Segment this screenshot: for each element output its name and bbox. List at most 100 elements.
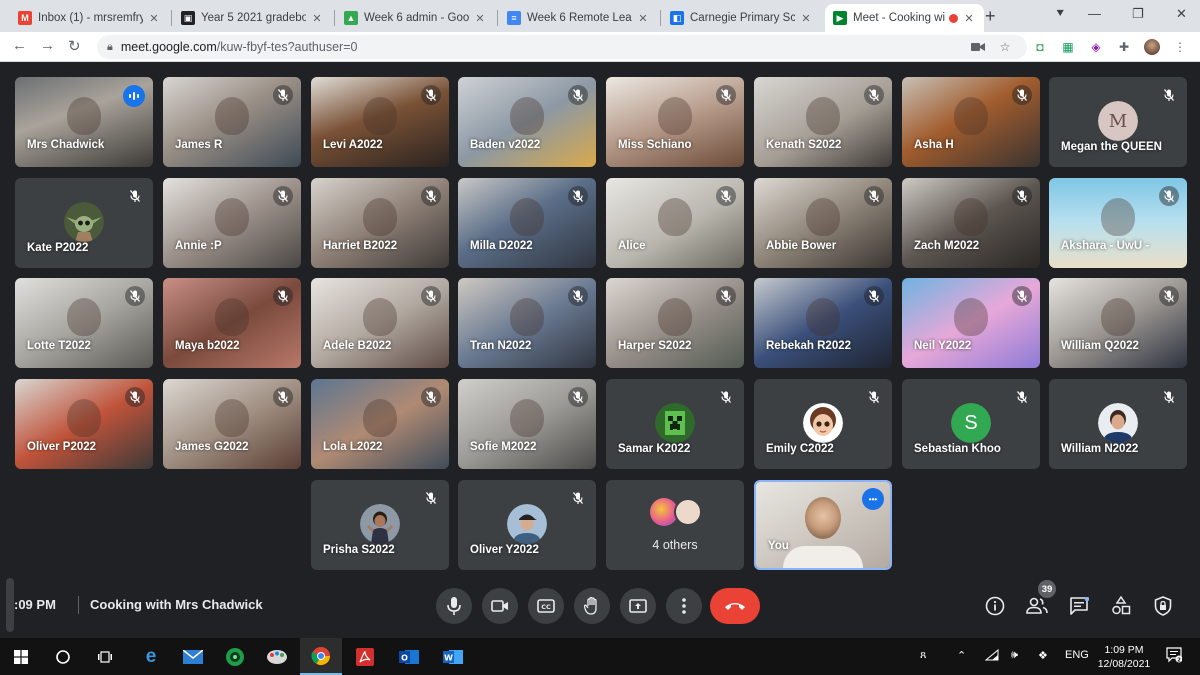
- start-button[interactable]: [0, 638, 42, 675]
- participant-tile[interactable]: Rebekah R2022: [754, 278, 892, 368]
- mail-app[interactable]: [172, 638, 214, 675]
- participant-tile[interactable]: Oliver P2022: [15, 379, 153, 469]
- tab-search-icon[interactable]: ⯆: [1055, 6, 1065, 22]
- people-tray-icon[interactable]: ጸ: [920, 649, 926, 662]
- tab-separator: [334, 10, 335, 26]
- participant-tile[interactable]: Tran N2022: [458, 278, 596, 368]
- captions-button[interactable]: CC: [528, 588, 564, 624]
- word-app[interactable]: W: [432, 638, 474, 675]
- bookmark-star-icon[interactable]: ☆: [997, 39, 1013, 55]
- forward-icon[interactable]: →: [40, 37, 55, 54]
- camera-icon[interactable]: [970, 39, 986, 55]
- close-tab-icon[interactable]: ✕: [799, 12, 813, 25]
- participant-tile[interactable]: Akshara - UwU -: [1049, 178, 1187, 268]
- back-icon[interactable]: ←: [12, 37, 27, 54]
- close-tab-icon[interactable]: ✕: [147, 12, 161, 25]
- wifi-icon[interactable]: [984, 648, 999, 664]
- participant-tile[interactable]: S Sebastian Khoo: [902, 379, 1040, 469]
- browser-tab[interactable]: ▣ Year 5 2021 gradebook ✕: [173, 4, 332, 32]
- close-window-icon[interactable]: ✕: [1176, 6, 1187, 22]
- show-hidden-icons-icon[interactable]: ⌃: [957, 649, 966, 662]
- browser-tab[interactable]: ≡ Week 6 Remote Learning ✕: [499, 4, 658, 32]
- participant-tile[interactable]: Alice: [606, 178, 744, 268]
- participant-tile[interactable]: Oliver Y2022: [458, 480, 596, 570]
- participant-tile[interactable]: Levi A2022: [311, 77, 449, 167]
- camera-app[interactable]: [214, 638, 256, 675]
- taskbar-clock[interactable]: 1:09 PM 12/08/2021: [1094, 643, 1154, 671]
- participant-tile[interactable]: Miss Schiano: [606, 77, 744, 167]
- mic-off-icon: [568, 488, 588, 508]
- profile-avatar[interactable]: [1144, 39, 1160, 55]
- leave-call-button[interactable]: [710, 588, 760, 624]
- participant-tile[interactable]: Prisha S2022: [311, 480, 449, 570]
- browser-tab[interactable]: ◧ Carnegie Primary Scho ✕: [662, 4, 821, 32]
- restore-icon[interactable]: ❐: [1132, 6, 1144, 22]
- participant-tile[interactable]: Lola L2022: [311, 379, 449, 469]
- participant-tile[interactable]: Annie :P: [163, 178, 301, 268]
- volume-icon[interactable]: 🕪︎: [1011, 649, 1018, 662]
- participant-tile[interactable]: Mrs Chadwick: [15, 77, 153, 167]
- browser-tab[interactable]: ▶ Meet - Cooking wi ✕: [825, 4, 984, 32]
- extensions-puzzle-icon[interactable]: ✚: [1116, 39, 1132, 55]
- new-tab-button[interactable]: +: [985, 6, 996, 27]
- close-tab-icon[interactable]: ✕: [962, 12, 976, 25]
- participant-tile[interactable]: Maya b2022: [163, 278, 301, 368]
- participant-tile[interactable]: Zach M2022: [902, 178, 1040, 268]
- edge-app[interactable]: e: [130, 638, 172, 675]
- participant-tile[interactable]: Baden v2022: [458, 77, 596, 167]
- chrome-app[interactable]: [300, 638, 342, 675]
- participant-tile[interactable]: Abbie Bower: [754, 178, 892, 268]
- language-indicator[interactable]: ENG: [1065, 649, 1089, 661]
- dropbox-icon[interactable]: ❖: [1038, 649, 1048, 662]
- chat-button[interactable]: [1067, 594, 1091, 618]
- participant-tile[interactable]: William Q2022: [1049, 278, 1187, 368]
- participant-tile[interactable]: M Megan the QUEEN: [1049, 77, 1187, 167]
- activities-button[interactable]: [1109, 594, 1133, 618]
- paint-app[interactable]: [256, 638, 298, 675]
- participant-tile[interactable]: Harriet B2022: [311, 178, 449, 268]
- participant-tile[interactable]: Milla D2022: [458, 178, 596, 268]
- camera-button[interactable]: [482, 588, 518, 624]
- host-controls-button[interactable]: [1151, 594, 1175, 618]
- participant-tile[interactable]: Sofie M2022: [458, 379, 596, 469]
- self-video-tile[interactable]: You •••: [754, 480, 892, 570]
- participant-tile[interactable]: Kenath S2022: [754, 77, 892, 167]
- participant-tile[interactable]: Kate P2022: [15, 178, 153, 268]
- close-tab-icon[interactable]: ✕: [636, 12, 650, 25]
- more-options-button[interactable]: [666, 588, 702, 624]
- address-bar[interactable]: 🔒︎ meet.google.com/kuw-fbyf-tes?authuser…: [97, 35, 1027, 59]
- minimize-icon[interactable]: —: [1088, 6, 1101, 21]
- participant-tile[interactable]: James R: [163, 77, 301, 167]
- self-more-options-icon[interactable]: •••: [862, 488, 884, 510]
- participant-tile[interactable]: Asha H: [902, 77, 1040, 167]
- person-silhouette: [67, 297, 101, 336]
- participant-tile[interactable]: William N2022: [1049, 379, 1187, 469]
- task-view-button[interactable]: [84, 638, 126, 675]
- others-tile[interactable]: 4 others: [606, 480, 744, 570]
- participant-tile[interactable]: Neil Y2022: [902, 278, 1040, 368]
- extension-purple-icon[interactable]: ◈: [1088, 39, 1104, 55]
- participant-tile[interactable]: Lotte T2022: [15, 278, 153, 368]
- present-screen-button[interactable]: [620, 588, 656, 624]
- acrobat-app[interactable]: [344, 638, 386, 675]
- browser-tab[interactable]: M Inbox (1) - mrsremfry@ ✕: [10, 4, 169, 32]
- participant-tile[interactable]: Harper S2022: [606, 278, 744, 368]
- search-button[interactable]: [42, 638, 84, 675]
- browser-menu-icon[interactable]: ⋮: [1172, 39, 1188, 55]
- participant-tile[interactable]: James G2022: [163, 379, 301, 469]
- close-tab-icon[interactable]: ✕: [310, 12, 324, 25]
- microphone-button[interactable]: [436, 588, 472, 624]
- close-tab-icon[interactable]: ✕: [473, 12, 487, 25]
- extension-grid-icon[interactable]: ▦: [1060, 39, 1076, 55]
- notifications-icon[interactable]: 2: [1166, 647, 1183, 666]
- participant-tile[interactable]: Samar K2022: [606, 379, 744, 469]
- participant-tile[interactable]: Adele B2022: [311, 278, 449, 368]
- reload-icon[interactable]: ↻: [68, 37, 81, 55]
- scroll-handle[interactable]: [6, 578, 14, 632]
- raise-hand-button[interactable]: [574, 588, 610, 624]
- participant-tile[interactable]: Emily C2022: [754, 379, 892, 469]
- meeting-details-button[interactable]: [983, 594, 1007, 618]
- outlook-app[interactable]: O: [388, 638, 430, 675]
- browser-tab[interactable]: ▲ Week 6 admin - Google ✕: [336, 4, 495, 32]
- extension-green-icon[interactable]: ◘: [1032, 39, 1048, 55]
